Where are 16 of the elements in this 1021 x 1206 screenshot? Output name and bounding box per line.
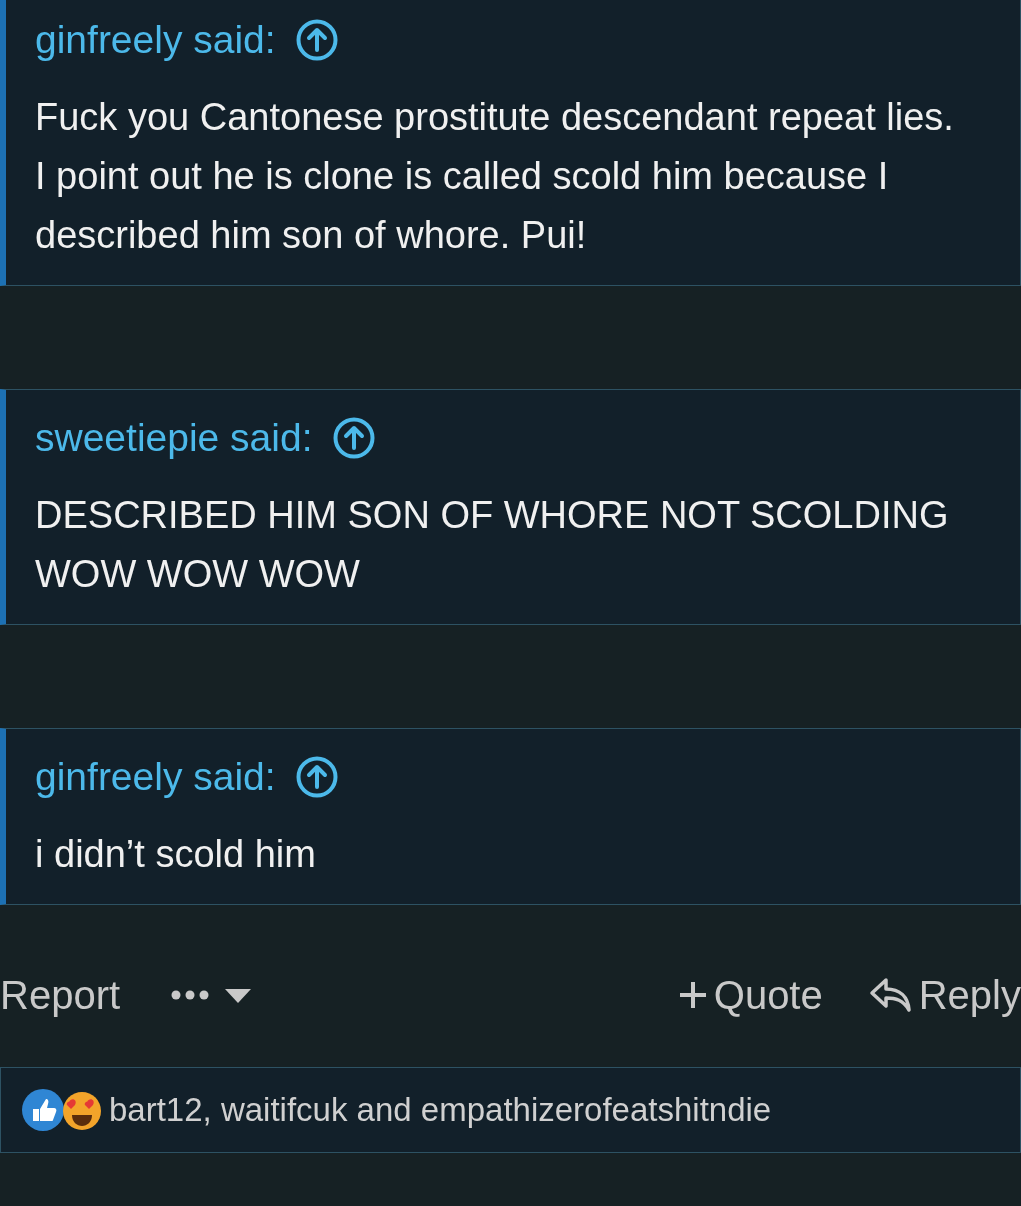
- reaction-users[interactable]: bart12, waitifcuk and empathizerofeatshitndie: [109, 1091, 772, 1129]
- quote-author[interactable]: ginfreely said:: [35, 18, 276, 62]
- quote-text: DESCRIBED HIM SON OF WHORE NOT SCOLDING WOW WOW WOW: [35, 493, 950, 597]
- quote-author[interactable]: sweetiepie said:: [35, 416, 313, 460]
- like-reaction-icon: [21, 1088, 65, 1132]
- jump-up-icon[interactable]: [295, 19, 338, 61]
- quote-author[interactable]: ginfreely said:: [35, 755, 276, 799]
- jump-up-icon[interactable]: [332, 417, 375, 459]
- quote-text: Fuck you Cantonese prostitute descendant repeat lies. I point out he is clone is called scold him because I described him son of whore. Pui!: [35, 95, 955, 258]
- quote-text: i didn’t scold him: [35, 832, 317, 877]
- report-link[interactable]: Report: [0, 972, 121, 1018]
- reply-arrow-icon: [868, 976, 913, 1014]
- reply-button[interactable]: Reply: [868, 972, 1021, 1018]
- plus-icon: [677, 980, 708, 1010]
- quote-button[interactable]: Quote: [677, 972, 823, 1018]
- jump-up-icon[interactable]: [295, 756, 338, 798]
